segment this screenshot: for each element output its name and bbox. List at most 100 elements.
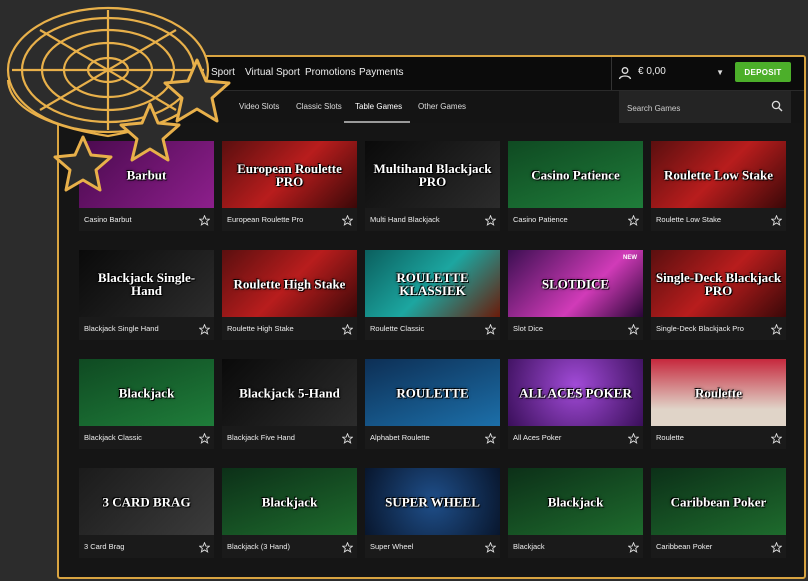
game-art-title: Barbut xyxy=(126,167,167,182)
search-input[interactable] xyxy=(625,100,769,116)
game-art-title: Blackjack xyxy=(547,494,604,509)
game-thumbnail[interactable]: ROULETTE KLASSIEK xyxy=(365,250,500,317)
favorite-star-icon[interactable] xyxy=(627,213,640,226)
game-card[interactable]: Barbut Casino Barbut xyxy=(79,141,214,231)
game-thumbnail[interactable]: Casino Patience xyxy=(508,141,643,208)
favorite-star-icon[interactable] xyxy=(770,213,783,226)
game-caption: 3 Card Brag xyxy=(79,535,214,558)
favorite-star-icon[interactable] xyxy=(770,431,783,444)
game-caption: Blackjack Classic xyxy=(79,426,214,449)
favorite-star-icon[interactable] xyxy=(341,431,354,444)
game-card[interactable]: Blackjack 5-Hand Blackjack Five Hand xyxy=(222,359,357,449)
nav-payments[interactable]: Payments xyxy=(359,67,403,78)
chevron-down-icon: ▼ xyxy=(716,68,724,77)
game-card[interactable]: 3 CARD BRAG 3 Card Brag xyxy=(79,468,214,558)
favorite-star-icon[interactable] xyxy=(484,540,497,553)
game-caption: Blackjack xyxy=(508,535,643,558)
game-title: European Roulette Pro xyxy=(227,215,304,224)
game-card[interactable]: European Roulette PRO European Roulette P… xyxy=(222,141,357,231)
favorite-star-icon[interactable] xyxy=(341,213,354,226)
favorite-star-icon[interactable] xyxy=(484,213,497,226)
game-art-title: European Roulette PRO xyxy=(237,160,342,189)
game-thumbnail[interactable]: Roulette Low Stake xyxy=(651,141,786,208)
game-thumbnail[interactable]: Single-Deck Blackjack PRO xyxy=(651,250,786,317)
game-caption: Caribbean Poker xyxy=(651,535,786,558)
game-card[interactable]: Single-Deck Blackjack PRO Single-Deck Bla… xyxy=(651,250,786,340)
game-card[interactable]: Blackjack Blackjack (3 Hand) xyxy=(222,468,357,558)
active-tab-indicator xyxy=(344,121,410,123)
game-caption: European Roulette Pro xyxy=(222,208,357,231)
account-dropdown[interactable]: € 0,00 ▼ xyxy=(611,57,732,90)
game-card[interactable]: ROULETTE KLASSIEK Roulette Classic xyxy=(365,250,500,340)
nav-sport[interactable]: Sport xyxy=(211,67,235,78)
game-art-title: Roulette xyxy=(695,385,742,400)
game-art-title: Blackjack Single-Hand xyxy=(97,269,196,298)
game-card[interactable]: SLOTDICE NEW Slot Dice xyxy=(508,250,643,340)
tab-video-slots[interactable]: Video Slots xyxy=(239,102,279,111)
casino-window: Sport Virtual Sport Promotions Payments … xyxy=(57,55,806,579)
game-caption: Casino Patience xyxy=(508,208,643,231)
tab-classic-slots[interactable]: Classic Slots xyxy=(296,102,342,111)
game-thumbnail[interactable]: ROULETTE xyxy=(365,359,500,426)
deposit-button[interactable]: DEPOSIT xyxy=(735,62,791,82)
game-card[interactable]: SUPER WHEEL Super Wheel xyxy=(365,468,500,558)
game-thumbnail[interactable]: SLOTDICE NEW xyxy=(508,250,643,317)
game-title: Slot Dice xyxy=(513,324,544,333)
game-title: All Aces Poker xyxy=(513,433,562,442)
favorite-star-icon[interactable] xyxy=(484,431,497,444)
game-thumbnail[interactable]: Roulette xyxy=(651,359,786,426)
game-card[interactable]: Roulette Low Stake Roulette Low Stake xyxy=(651,141,786,231)
game-thumbnail[interactable]: Barbut xyxy=(79,141,214,208)
favorite-star-icon[interactable] xyxy=(198,431,211,444)
game-card[interactable]: Blackjack Single-Hand Blackjack Single Ha… xyxy=(79,250,214,340)
game-title: Casino Barbut xyxy=(84,215,132,224)
game-title: Single-Deck Blackjack Pro xyxy=(656,324,744,333)
game-thumbnail[interactable]: Roulette High Stake xyxy=(222,250,357,317)
game-card[interactable]: Blackjack Blackjack Classic xyxy=(79,359,214,449)
favorite-star-icon[interactable] xyxy=(341,322,354,335)
game-caption: Slot Dice xyxy=(508,317,643,340)
favorite-star-icon[interactable] xyxy=(627,322,640,335)
game-thumbnail[interactable]: Caribbean Poker xyxy=(651,468,786,535)
game-card[interactable]: ROULETTE Alphabet Roulette xyxy=(365,359,500,449)
favorite-star-icon[interactable] xyxy=(341,540,354,553)
game-caption: Multi Hand Blackjack xyxy=(365,208,500,231)
favorite-star-icon[interactable] xyxy=(484,322,497,335)
favorite-star-icon[interactable] xyxy=(627,431,640,444)
nav-promotions[interactable]: Promotions xyxy=(305,67,356,78)
game-art-title: Caribbean Poker xyxy=(670,494,767,509)
search-icon[interactable] xyxy=(771,100,783,112)
game-art-title: SLOTDICE xyxy=(541,276,610,291)
favorite-star-icon[interactable] xyxy=(198,213,211,226)
game-title: Blackjack Five Hand xyxy=(227,433,295,442)
favorite-star-icon[interactable] xyxy=(770,322,783,335)
game-card[interactable]: Caribbean Poker Caribbean Poker xyxy=(651,468,786,558)
game-thumbnail[interactable]: Multihand Blackjack PRO xyxy=(365,141,500,208)
favorite-star-icon[interactable] xyxy=(198,322,211,335)
game-thumbnail[interactable]: Blackjack xyxy=(79,359,214,426)
game-thumbnail[interactable]: Blackjack 5-Hand xyxy=(222,359,357,426)
game-card[interactable]: ALL ACES POKER All Aces Poker xyxy=(508,359,643,449)
game-card[interactable]: Blackjack Blackjack xyxy=(508,468,643,558)
game-thumbnail[interactable]: 3 CARD BRAG xyxy=(79,468,214,535)
game-thumbnail[interactable]: Blackjack xyxy=(508,468,643,535)
game-caption: Super Wheel xyxy=(365,535,500,558)
game-thumbnail[interactable]: Blackjack Single-Hand xyxy=(79,250,214,317)
favorite-star-icon[interactable] xyxy=(198,540,211,553)
game-caption: Roulette xyxy=(651,426,786,449)
game-thumbnail[interactable]: Blackjack xyxy=(222,468,357,535)
game-thumbnail[interactable]: ALL ACES POKER xyxy=(508,359,643,426)
tab-table-games[interactable]: Table Games xyxy=(355,102,402,111)
game-card[interactable]: Multihand Blackjack PRO Multi Hand Blackj… xyxy=(365,141,500,231)
tab-other-games[interactable]: Other Games xyxy=(418,102,466,111)
favorite-star-icon[interactable] xyxy=(627,540,640,553)
game-thumbnail[interactable]: European Roulette PRO xyxy=(222,141,357,208)
game-card[interactable]: Casino Patience Casino Patience xyxy=(508,141,643,231)
game-card[interactable]: Roulette Roulette xyxy=(651,359,786,449)
favorite-star-icon[interactable] xyxy=(770,540,783,553)
nav-virtual-sport[interactable]: Virtual Sport xyxy=(245,67,300,78)
game-card[interactable]: Roulette High Stake Roulette High Stake xyxy=(222,250,357,340)
game-title: Roulette xyxy=(656,433,684,442)
game-thumbnail[interactable]: SUPER WHEEL xyxy=(365,468,500,535)
game-art-title: Roulette High Stake xyxy=(233,276,346,291)
